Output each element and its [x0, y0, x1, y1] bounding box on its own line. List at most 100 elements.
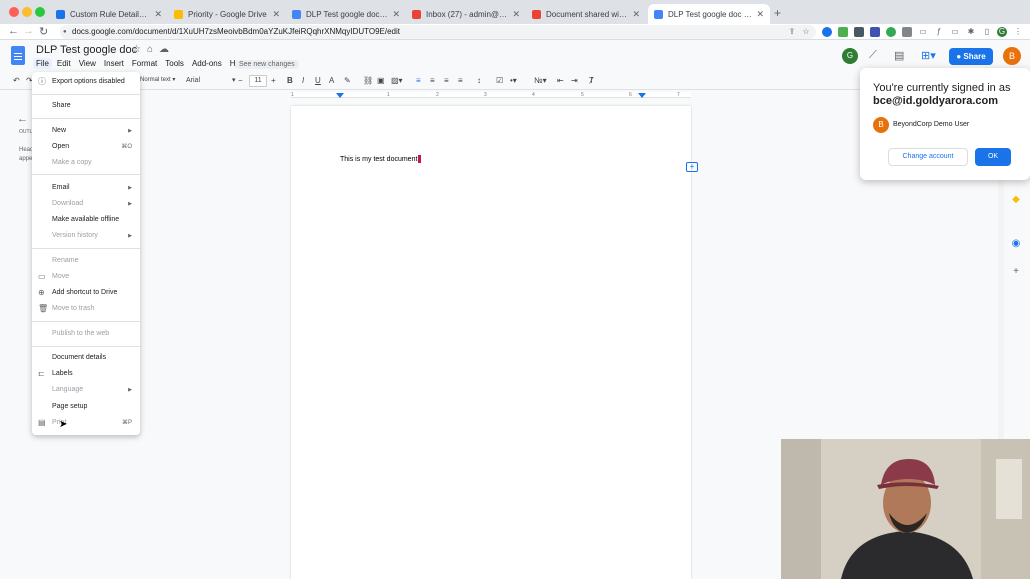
- increase-indent-icon[interactable]: ⇥: [571, 76, 578, 85]
- collaborator-avatar[interactable]: G: [842, 48, 858, 64]
- function-icon[interactable]: ƒ: [934, 27, 944, 37]
- menu-item-publish-to-web[interactable]: Publish to the web: [32, 327, 140, 341]
- browser-tab[interactable]: Document shared with you: "D ✕: [526, 4, 646, 24]
- menu-item-email[interactable]: Email ▶: [32, 181, 140, 195]
- menu-tools[interactable]: Tools: [162, 58, 187, 69]
- change-account-button[interactable]: Change account: [888, 148, 968, 166]
- extension-icon[interactable]: [902, 27, 912, 37]
- menu-format[interactable]: Format: [129, 58, 160, 69]
- menu-edit[interactable]: Edit: [54, 58, 74, 69]
- browser-tab[interactable]: Custom Rule Details – Admin C ✕: [50, 4, 168, 24]
- highlight-icon[interactable]: ✎: [344, 76, 351, 85]
- activity-trend-icon[interactable]: ⟋: [869, 49, 877, 62]
- share-page-icon[interactable]: ⇪: [787, 27, 797, 37]
- menu-item-document-details[interactable]: Document details: [32, 351, 140, 365]
- browser-tab[interactable]: Priority - Google Drive ✕: [168, 4, 286, 24]
- tasks-icon[interactable]: ◉: [1011, 239, 1021, 249]
- close-window-button[interactable]: [9, 7, 19, 17]
- sidebar-icon[interactable]: ▯: [982, 27, 992, 37]
- menu-file[interactable]: File: [33, 58, 52, 69]
- more-options-icon[interactable]: ⋮: [1013, 27, 1023, 37]
- menu-item-print[interactable]: ▤ Print ⌘P: [32, 416, 140, 430]
- extension-icon[interactable]: ▭: [950, 27, 960, 37]
- line-spacing-icon[interactable]: ↕: [477, 76, 481, 85]
- numbered-list-icon[interactable]: №▾: [534, 76, 547, 85]
- minimize-window-button[interactable]: [22, 7, 32, 17]
- cloud-saved-icon[interactable]: ☁: [159, 44, 175, 55]
- menu-item-new[interactable]: New ▶: [32, 124, 140, 138]
- bulleted-list-icon[interactable]: •▾: [510, 76, 517, 85]
- new-tab-button[interactable]: +: [774, 6, 781, 20]
- align-right-icon[interactable]: ≡: [444, 76, 449, 85]
- account-avatar[interactable]: B: [1003, 47, 1021, 65]
- menu-item-move[interactable]: ▭ Move: [32, 270, 140, 284]
- left-indent-handle[interactable]: [336, 93, 344, 98]
- puzzle-icon[interactable]: ✱: [966, 27, 976, 37]
- font-select[interactable]: Arial ▾: [186, 76, 236, 84]
- profile-avatar[interactable]: G: [997, 27, 1007, 37]
- menu-item-make-a-copy[interactable]: Make a copy: [32, 156, 140, 170]
- close-tab-icon[interactable]: ✕: [632, 9, 640, 20]
- decrease-font-size-button[interactable]: −: [238, 76, 243, 85]
- right-indent-handle[interactable]: [638, 93, 646, 98]
- undo-icon[interactable]: ↶: [13, 76, 20, 85]
- maximize-window-button[interactable]: [35, 7, 45, 17]
- menu-view[interactable]: View: [76, 58, 99, 69]
- text-color-icon[interactable]: A: [329, 76, 334, 85]
- forward-arrow-icon[interactable]: →: [23, 25, 34, 37]
- browser-tab[interactable]: Inbox (27) - admin@id.goldyar ✕: [406, 4, 526, 24]
- document-page[interactable]: This is my test document: [291, 106, 691, 579]
- browser-tab[interactable]: DLP Test google doc - Google ✕: [286, 4, 406, 24]
- close-tab-icon[interactable]: ✕: [756, 9, 764, 20]
- extension-icon[interactable]: [838, 27, 848, 37]
- underline-icon[interactable]: U: [315, 76, 321, 85]
- extension-icon[interactable]: ▭: [918, 27, 928, 37]
- menu-insert[interactable]: Insert: [101, 58, 127, 69]
- menu-item-page-setup[interactable]: Page setup: [32, 400, 140, 414]
- menu-item-export-options[interactable]: ⓘ Export options disabled: [32, 75, 140, 89]
- extension-icon[interactable]: [870, 27, 880, 37]
- menu-item-version-history[interactable]: Version history ▶: [32, 229, 140, 243]
- docs-logo-icon[interactable]: [11, 46, 25, 65]
- url-input[interactable]: ● docs.google.com/document/d/1XuUH7zsMeo…: [60, 25, 816, 39]
- menu-item-language[interactable]: Language ▶: [32, 383, 140, 397]
- ok-button[interactable]: OK: [975, 148, 1011, 166]
- bookmark-star-icon[interactable]: ☆: [801, 27, 811, 37]
- menu-item-add-shortcut[interactable]: ⊕ Add shortcut to Drive: [32, 286, 140, 300]
- back-arrow-icon[interactable]: ←: [8, 25, 19, 37]
- clear-formatting-icon[interactable]: Ⱦ: [589, 76, 594, 85]
- browser-tab-active[interactable]: DLP Test google doc - Google ✕: [648, 4, 770, 24]
- decrease-indent-icon[interactable]: ⇤: [557, 76, 564, 85]
- star-icon[interactable]: ☆: [132, 44, 147, 55]
- maps-pin-icon[interactable]: ◆: [1011, 195, 1021, 205]
- add-comment-icon[interactable]: ▣: [377, 76, 385, 85]
- document-body-text[interactable]: This is my test document: [340, 155, 422, 163]
- menu-item-download[interactable]: Download ▶: [32, 197, 140, 211]
- close-outline-arrow-icon[interactable]: ←: [17, 113, 28, 125]
- menu-item-share[interactable]: Share: [32, 99, 140, 113]
- extension-icon[interactable]: [854, 27, 864, 37]
- menu-item-labels[interactable]: ⊏ Labels: [32, 367, 140, 381]
- extension-icon[interactable]: [886, 27, 896, 37]
- move-folder-icon[interactable]: ⌂: [147, 44, 159, 55]
- close-tab-icon[interactable]: ✕: [512, 9, 520, 20]
- close-tab-icon[interactable]: ✕: [272, 9, 280, 20]
- justify-icon[interactable]: ≡: [458, 76, 463, 85]
- close-tab-icon[interactable]: ✕: [392, 9, 400, 20]
- font-size-input[interactable]: 11: [249, 75, 267, 87]
- menu-addons[interactable]: Add-ons: [189, 58, 225, 69]
- increase-font-size-button[interactable]: +: [271, 76, 276, 85]
- checklist-icon[interactable]: ☑: [496, 76, 503, 85]
- insert-image-icon[interactable]: ▨▾: [391, 76, 403, 85]
- link-icon[interactable]: ⛓: [363, 76, 373, 85]
- menu-item-open[interactable]: Open ⌘O: [32, 140, 140, 154]
- document-title[interactable]: DLP Test google doc: [36, 44, 137, 56]
- meet-present-icon[interactable]: ⊞▾: [921, 49, 936, 62]
- menu-item-move-to-trash[interactable]: 🗑 Move to trash: [32, 302, 140, 316]
- align-left-icon[interactable]: ≡: [416, 76, 421, 85]
- bold-icon[interactable]: B: [287, 76, 293, 85]
- add-comment-float-icon[interactable]: +: [686, 162, 698, 172]
- italic-icon[interactable]: I: [302, 76, 304, 85]
- menu-item-rename[interactable]: Rename: [32, 254, 140, 268]
- close-tab-icon[interactable]: ✕: [154, 9, 162, 20]
